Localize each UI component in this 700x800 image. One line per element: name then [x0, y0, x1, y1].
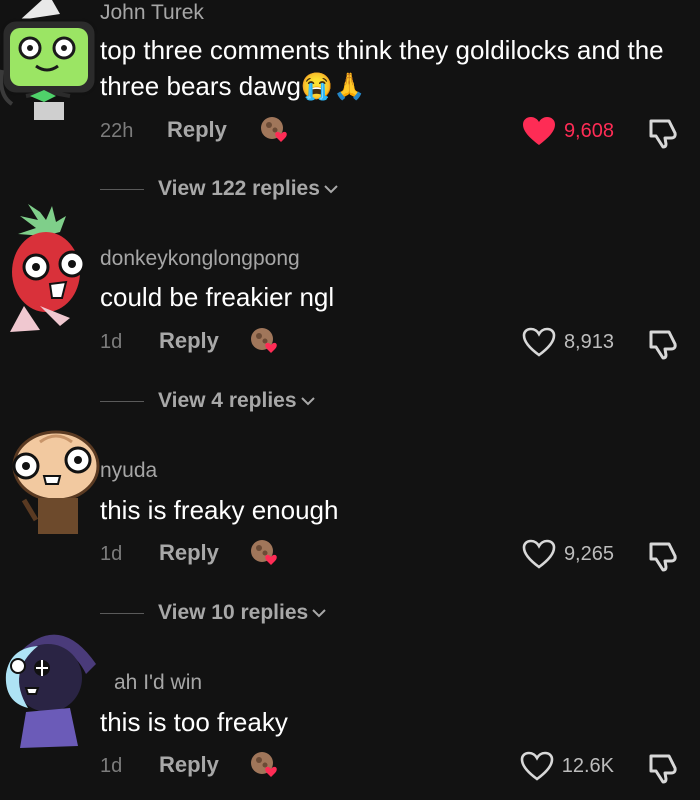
comment-body: this is too freaky	[100, 707, 288, 737]
avatar[interactable]	[0, 424, 100, 544]
creator-liked-icon	[251, 540, 277, 565]
dislike-icon[interactable]	[646, 751, 680, 785]
comment-username[interactable]: ah I'd win	[114, 671, 202, 695]
comment-actions: 1d Reply 8,913	[100, 327, 680, 361]
comment-time: 1d	[100, 543, 123, 565]
view-replies-button[interactable]: View 122 replies	[100, 174, 338, 204]
dislike-icon[interactable]	[646, 327, 680, 361]
view-replies-button[interactable]: View 4 replies	[100, 386, 315, 416]
comment-username[interactable]: John Turek	[100, 1, 204, 25]
like-button[interactable]: 9,265	[522, 539, 614, 569]
heart-filled-icon	[522, 117, 555, 145]
reply-button[interactable]: Reply	[159, 540, 219, 566]
heart-outline-icon	[522, 539, 556, 569]
comment-text: this is too freaky	[100, 704, 690, 740]
moon-avatar-icon	[5, 634, 96, 748]
chevron-down-icon	[312, 609, 326, 618]
cookie-avatar-icon	[12, 430, 100, 534]
reply-button[interactable]: Reply	[167, 117, 227, 143]
view-replies-button[interactable]: View 10 replies	[100, 598, 326, 628]
creator-liked-icon	[251, 328, 277, 353]
comment-actions: 22h Reply 9,608	[100, 116, 680, 150]
heart-outline-icon	[520, 751, 554, 781]
comment-item: John Turek top three comments think they…	[0, 0, 700, 212]
like-count: 9,608	[563, 119, 614, 142]
avatar[interactable]	[0, 612, 100, 748]
like-button[interactable]: 9,608	[522, 116, 614, 146]
replies-divider	[100, 400, 144, 402]
replies-divider	[100, 612, 144, 614]
reply-button[interactable]: Reply	[159, 328, 219, 354]
comment-emoji: 😭🙏	[300, 71, 366, 101]
comment-body: top three comments think they goldilocks…	[100, 35, 664, 101]
heart-outline-icon	[522, 327, 556, 357]
like-button[interactable]: 8,913	[522, 327, 614, 357]
creator-liked-icon	[251, 752, 277, 777]
comment-username[interactable]: donkeykonglongpong	[100, 247, 300, 271]
comment-username[interactable]: nyuda	[100, 459, 157, 483]
comment-item: ah I'd win this is too freaky 1d Reply 1…	[0, 634, 700, 800]
comment-time: 1d	[100, 331, 123, 353]
comment-text: this is freaky enough	[100, 492, 690, 528]
dislike-icon[interactable]	[646, 539, 680, 573]
comment-body: could be freakier ngl	[100, 282, 335, 312]
like-count: 12.6K	[561, 754, 614, 777]
comment-time: 22h	[100, 120, 134, 142]
comment-body: this is freaky enough	[100, 495, 339, 525]
reply-button[interactable]: Reply	[159, 752, 219, 778]
strawberry-avatar-icon	[10, 204, 86, 332]
view-replies-label: View 10 replies	[158, 601, 309, 624]
like-count: 9,265	[563, 542, 614, 565]
comment-text: could be freakier ngl	[100, 279, 690, 315]
comment-item: donkeykonglongpong could be freakier ngl…	[0, 204, 700, 424]
like-count: 8,913	[563, 330, 614, 353]
comment-actions: 1d Reply 12.6K	[100, 751, 680, 785]
comment-time: 1d	[100, 755, 123, 777]
comment-username-text: ah I'd win	[114, 671, 203, 694]
dislike-icon[interactable]	[646, 116, 680, 150]
view-replies-label: View 4 replies	[158, 389, 297, 412]
avatar[interactable]	[0, 202, 100, 332]
view-replies-label: View 122 replies	[158, 177, 320, 200]
replies-divider	[100, 188, 144, 190]
comment-item: nyuda this is freaky enough 1d Reply 9,2…	[0, 424, 700, 636]
comment-text: top three comments think they goldilocks…	[100, 32, 690, 104]
chevron-down-icon	[324, 185, 338, 194]
avatar[interactable]	[0, 0, 100, 120]
like-button[interactable]: 12.6K	[520, 751, 614, 781]
tv-robot-avatar-icon	[0, 0, 98, 120]
chevron-down-icon	[300, 397, 315, 406]
comment-actions: 1d Reply 9,265	[100, 539, 680, 573]
creator-liked-icon	[261, 117, 287, 142]
